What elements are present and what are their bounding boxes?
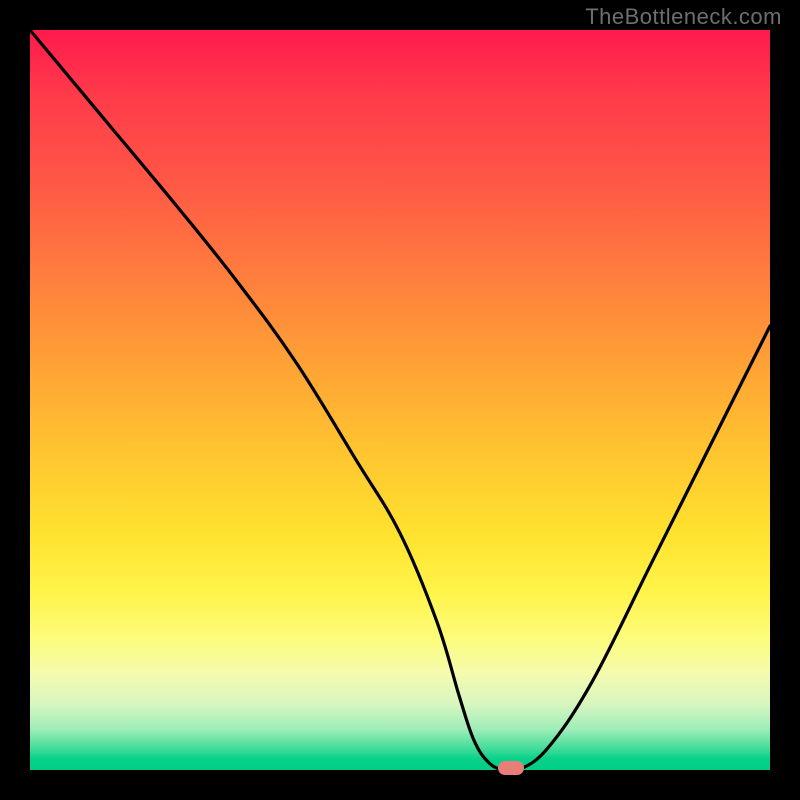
- watermark-text: TheBottleneck.com: [585, 4, 782, 30]
- plot-area: [30, 30, 770, 770]
- bottleneck-curve: [30, 30, 770, 770]
- curve-path: [30, 30, 770, 772]
- chart-frame: TheBottleneck.com: [0, 0, 800, 800]
- optimal-marker: [498, 761, 524, 775]
